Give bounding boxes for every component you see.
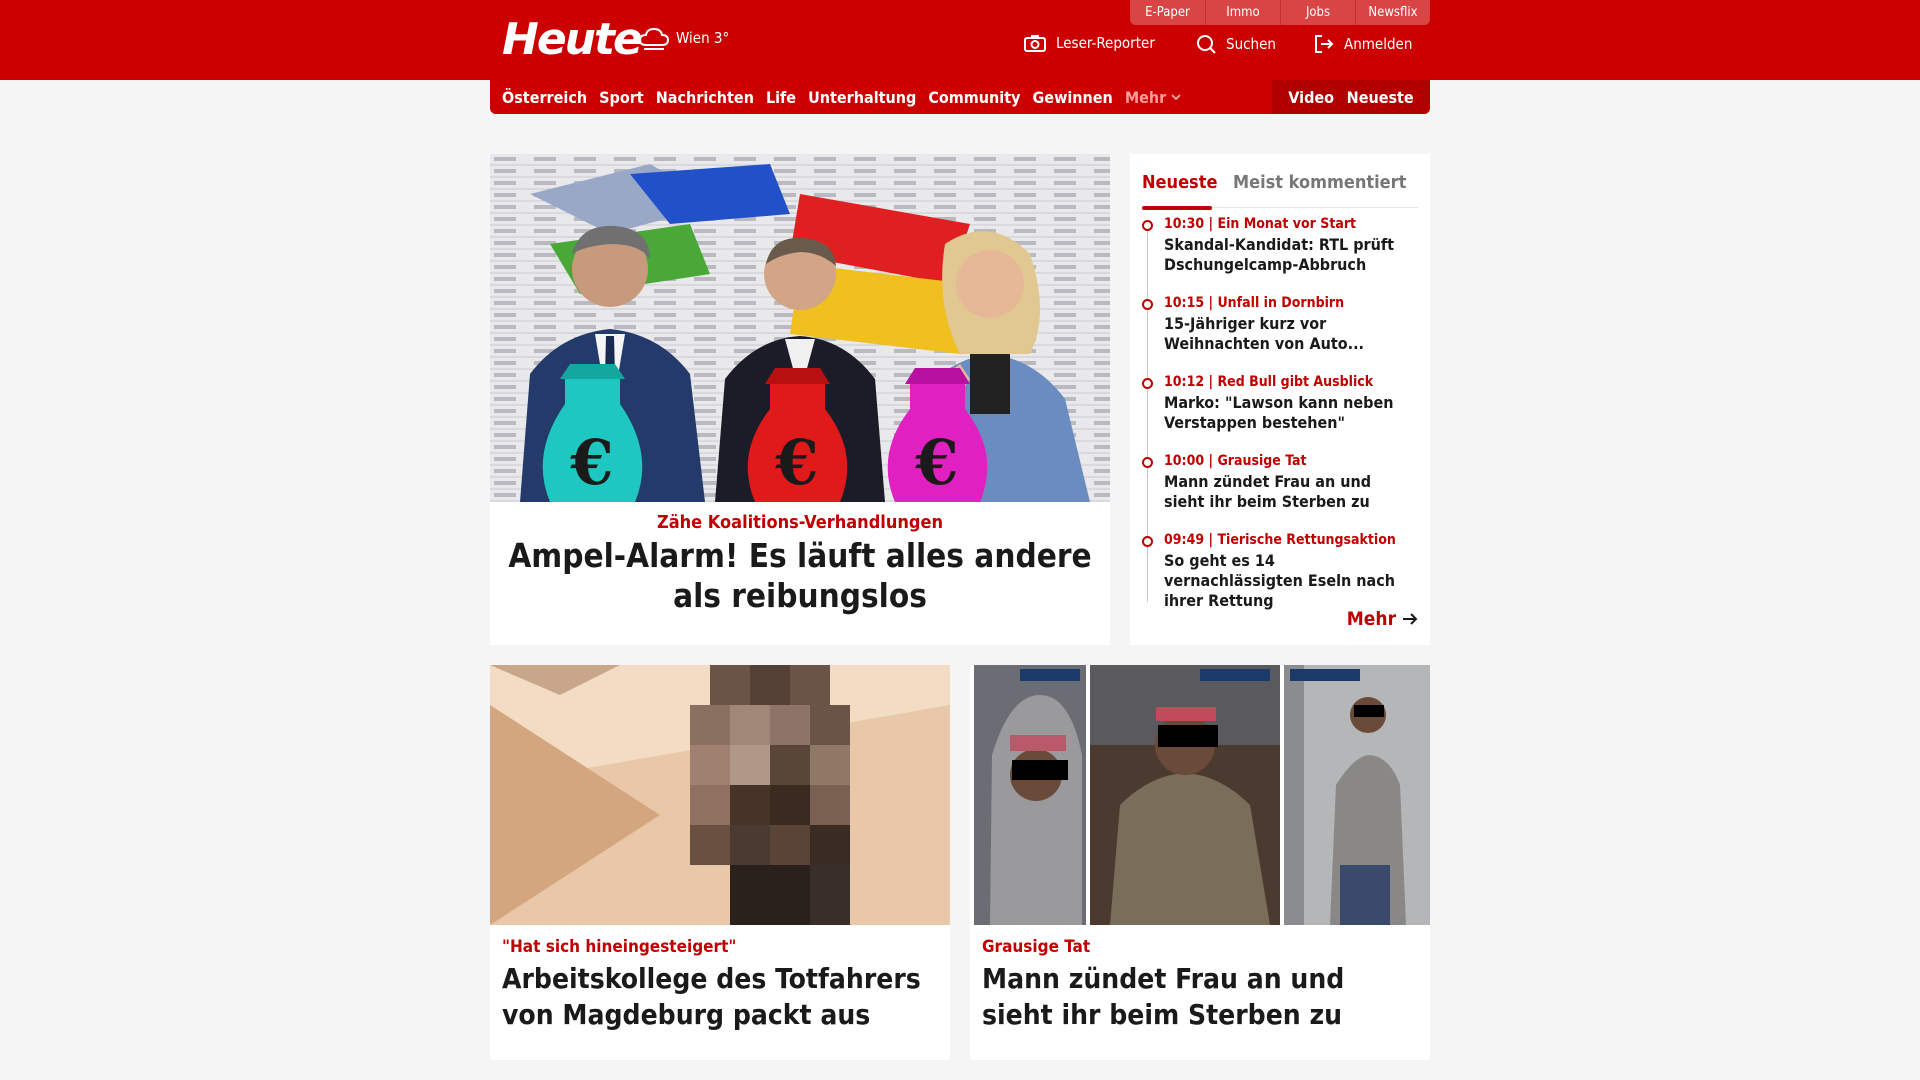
- hero-title[interactable]: Ampel-Alarm! Es läuft alles andere als r…: [500, 536, 1100, 616]
- item-title[interactable]: So geht es 14 vernachlässigten Eseln nac…: [1164, 551, 1414, 611]
- nav-item-oesterreich[interactable]: Österreich: [502, 88, 587, 107]
- nav-right-group: Video Neueste: [1272, 80, 1430, 114]
- leser-reporter-label: Leser-Reporter: [1056, 34, 1155, 52]
- card-kicker[interactable]: "Hat sich hineingesteigert": [502, 937, 736, 957]
- search-link[interactable]: Suchen: [1196, 34, 1276, 54]
- camera-icon: [1024, 35, 1046, 52]
- svg-text:€: €: [914, 426, 958, 499]
- top-tabs: E-Paper Immo Jobs Newsflix: [1130, 0, 1430, 25]
- card-image[interactable]: [490, 665, 950, 925]
- login-label: Anmelden: [1344, 35, 1413, 53]
- item-title[interactable]: Skandal-Kandidat: RTL prüft Dschungelcam…: [1164, 235, 1414, 275]
- nav-item-gewinnen[interactable]: Gewinnen: [1032, 88, 1112, 107]
- pixelated-photo: [490, 665, 950, 925]
- item-meta: 10:30 | Ein Monat vor Start: [1164, 216, 1357, 232]
- login-link[interactable]: Anmelden: [1314, 34, 1412, 54]
- cloud-icon: [638, 27, 670, 50]
- tab-epaper[interactable]: E-Paper: [1130, 0, 1205, 25]
- latest-news-sidebar: Neueste Meist kommentiert 10:30 | Ein Mo…: [1130, 154, 1430, 645]
- nav-more-label: Mehr: [1124, 87, 1167, 107]
- svg-text:€: €: [569, 426, 613, 499]
- nav-item-community[interactable]: Community: [928, 88, 1020, 107]
- tab-jobs[interactable]: Jobs: [1280, 0, 1355, 25]
- hero-image[interactable]: € € €: [490, 154, 1110, 502]
- article-card[interactable]: "Hat sich hineingesteigert" Arbeitskolle…: [490, 665, 950, 1060]
- sidebar-tabs: Neueste Meist kommentiert: [1142, 164, 1418, 210]
- nav-video[interactable]: Video: [1288, 88, 1334, 107]
- collage-photo: [970, 665, 1430, 925]
- heute-logo[interactable]: Heute: [502, 14, 643, 65]
- main-nav: Österreich Sport Nachrichten Life Unterh…: [490, 80, 1430, 114]
- search-icon: [1197, 35, 1216, 54]
- leser-reporter-link[interactable]: Leser-Reporter: [1024, 34, 1155, 52]
- item-meta: 10:00 | Grausige Tat: [1164, 453, 1307, 469]
- timeline-dot: [1142, 378, 1153, 389]
- nav-item-life[interactable]: Life: [766, 88, 796, 107]
- hero-illustration: € € €: [490, 154, 1110, 502]
- tab-newsflix[interactable]: Newsflix: [1355, 0, 1430, 25]
- item-meta: 09:49 | Tierische Rettungsaktion: [1164, 532, 1396, 548]
- chevron-down-icon: [1171, 94, 1181, 101]
- nav-item-unterhaltung[interactable]: Unterhaltung: [808, 88, 916, 107]
- timeline-dot: [1142, 299, 1153, 310]
- timeline-dot: [1142, 457, 1153, 468]
- tab-neueste[interactable]: Neueste: [1142, 172, 1217, 193]
- hero-article[interactable]: € € € Zähe Koalitions-Verhandlungen Ampe…: [490, 154, 1110, 645]
- timeline-dot: [1142, 536, 1153, 547]
- card-title[interactable]: Arbeitskollege des Totfahrers von Magdeb…: [502, 961, 942, 1033]
- search-label: Suchen: [1226, 35, 1276, 53]
- svg-text:€: €: [774, 426, 818, 499]
- nav-more-dropdown[interactable]: Mehr: [1125, 88, 1182, 107]
- active-tab-indicator: [1142, 206, 1212, 210]
- card-image[interactable]: [970, 665, 1430, 925]
- card-title[interactable]: Mann zündet Frau an und sieht ihr beim S…: [982, 961, 1422, 1033]
- more-label: Mehr: [1346, 608, 1396, 630]
- item-meta: 10:12 | Red Bull gibt Ausblick: [1164, 374, 1374, 390]
- timeline-dot: [1142, 220, 1153, 231]
- hero-kicker[interactable]: Zähe Koalitions-Verhandlungen: [490, 512, 1110, 533]
- item-title[interactable]: 15-Jähriger kurz vor Weihnachten von Aut…: [1164, 314, 1414, 354]
- login-icon: [1315, 35, 1334, 53]
- item-title[interactable]: Marko: "Lawson kann neben Verstappen bes…: [1164, 393, 1414, 433]
- tab-immo[interactable]: Immo: [1205, 0, 1280, 25]
- site-header: Heute Wien 3° E-Paper Immo Jobs Newsflix…: [0, 0, 1920, 80]
- article-card[interactable]: Grausige Tat Mann zündet Frau an und sie…: [970, 665, 1430, 1060]
- tab-meist-kommentiert[interactable]: Meist kommentiert: [1233, 172, 1406, 193]
- card-kicker[interactable]: Grausige Tat: [982, 937, 1090, 957]
- nav-item-nachrichten[interactable]: Nachrichten: [656, 88, 754, 107]
- more-link[interactable]: Mehr: [1347, 608, 1418, 630]
- weather-text: Wien 3°: [676, 29, 730, 47]
- arrow-right-icon: [1403, 613, 1418, 625]
- item-meta: 10:15 | Unfall in Dornbirn: [1164, 295, 1345, 311]
- nav-item-sport[interactable]: Sport: [599, 88, 644, 107]
- item-title[interactable]: Mann zündet Frau an und sieht ihr beim S…: [1164, 472, 1414, 512]
- nav-neueste[interactable]: Neueste: [1347, 88, 1414, 107]
- weather-widget[interactable]: Wien 3°: [638, 25, 729, 51]
